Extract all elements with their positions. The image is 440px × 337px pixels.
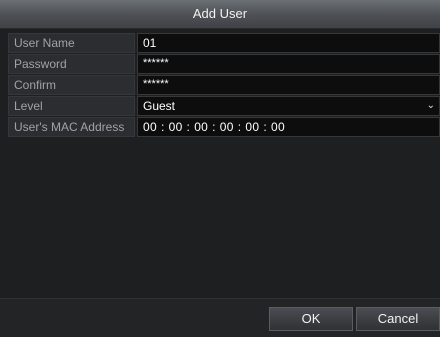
mac-segment-6[interactable]: 00: [271, 118, 285, 136]
level-row: Level Guest ⌄: [8, 96, 440, 116]
mac-separator: :: [186, 120, 191, 134]
mac-separator: :: [160, 120, 165, 134]
dialog-title: Add User: [0, 0, 440, 29]
mac-separator: :: [237, 120, 242, 134]
level-selected-value: Guest: [143, 99, 176, 113]
password-row: Password ******: [8, 54, 440, 74]
user-name-input[interactable]: 01: [137, 33, 440, 53]
ok-button[interactable]: OK: [269, 307, 353, 331]
level-label: Level: [8, 96, 135, 116]
mac-address-label: User's MAC Address: [8, 117, 135, 137]
mac-address-input[interactable]: 00:00:00:00:00:00: [137, 117, 440, 137]
mac-separator: :: [212, 120, 216, 134]
mac-address-row: User's MAC Address 00:00:00:00:00:00: [8, 117, 440, 137]
dialog-footer: OK Cancel: [0, 298, 440, 337]
confirm-row: Confirm ******: [8, 75, 440, 95]
mac-segment-3[interactable]: 00: [194, 118, 208, 136]
confirm-label: Confirm: [8, 75, 135, 95]
chevron-down-icon: ⌄: [426, 100, 435, 111]
cancel-button[interactable]: Cancel: [356, 307, 440, 331]
mac-segment-1[interactable]: 00: [143, 118, 157, 136]
mac-segment-2[interactable]: 00: [169, 118, 183, 136]
user-name-label: User Name: [8, 33, 135, 53]
password-label: Password: [8, 54, 135, 74]
password-input[interactable]: ******: [137, 54, 440, 74]
user-name-row: User Name 01: [8, 33, 440, 53]
add-user-dialog: Add User User Name 01 Password ****** Co…: [0, 0, 440, 337]
mac-segment-5[interactable]: 00: [245, 118, 259, 136]
mac-segment-4[interactable]: 00: [220, 118, 234, 136]
confirm-password-input[interactable]: ******: [137, 75, 440, 95]
level-select[interactable]: Guest ⌄: [137, 96, 440, 116]
mac-separator: :: [263, 120, 267, 134]
user-form: User Name 01 Password ****** Confirm ***…: [8, 33, 440, 138]
